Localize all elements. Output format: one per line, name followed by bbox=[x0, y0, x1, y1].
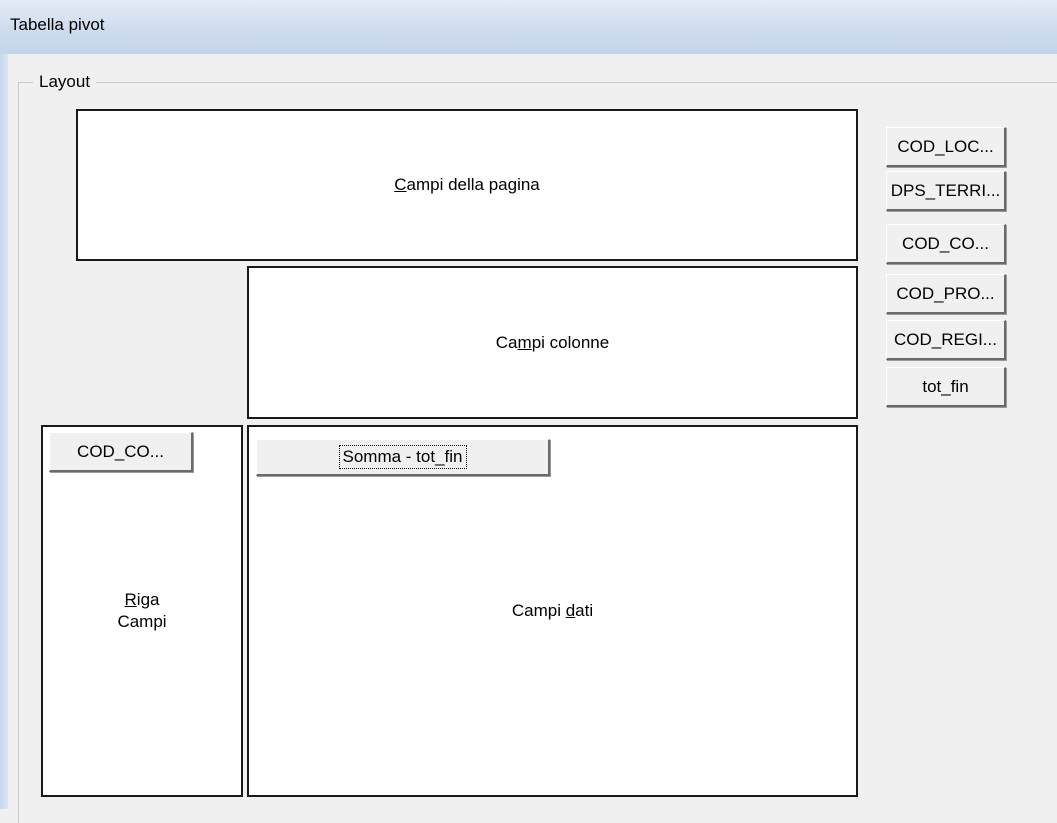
row-field-label: COD_CO... bbox=[77, 441, 164, 461]
field-label: COD_LOC... bbox=[897, 136, 994, 156]
data-field-button[interactable]: Somma - tot_fin bbox=[256, 439, 550, 476]
field-label: COD_CO... bbox=[902, 233, 989, 253]
page-fields-zone[interactable]: Campi della pagina bbox=[76, 109, 858, 261]
data-field-label: Somma - tot_fin bbox=[338, 445, 467, 469]
layout-group-label: Layout bbox=[33, 72, 97, 92]
window-frame-edge bbox=[0, 54, 8, 809]
field-label: DPS_TERRI... bbox=[890, 180, 1001, 200]
field-label: COD_REGI... bbox=[894, 329, 997, 349]
data-fields-label: Campi dati bbox=[511, 601, 594, 620]
column-fields-label: Campi colonne bbox=[495, 332, 610, 352]
field-button-tot-fin[interactable]: tot_fin bbox=[886, 367, 1006, 407]
column-fields-zone[interactable]: Campi colonne bbox=[247, 266, 858, 419]
field-label: tot_fin bbox=[922, 376, 969, 396]
window-title: Tabella pivot bbox=[10, 15, 105, 34]
row-fields-label: Riga Campi bbox=[117, 590, 167, 631]
field-button-cod-co[interactable]: COD_CO... bbox=[886, 224, 1006, 264]
row-field-button[interactable]: COD_CO... bbox=[49, 432, 193, 472]
data-fields-zone[interactable]: Campi dati bbox=[247, 425, 858, 797]
row-fields-zone[interactable]: Riga Campi bbox=[41, 425, 243, 797]
dialog-content: Layout Campi della pagina Campi colonne … bbox=[8, 54, 1057, 823]
field-button-dps-terri[interactable]: DPS_TERRI... bbox=[886, 171, 1006, 211]
field-label: COD_PRO... bbox=[896, 283, 995, 303]
page-fields-label: Campi della pagina bbox=[394, 175, 540, 194]
title-bar: Tabella pivot bbox=[0, 0, 1057, 54]
field-button-cod-pro[interactable]: COD_PRO... bbox=[886, 274, 1006, 314]
field-button-cod-loc[interactable]: COD_LOC... bbox=[886, 127, 1006, 167]
field-button-cod-regi[interactable]: COD_REGI... bbox=[886, 320, 1006, 360]
